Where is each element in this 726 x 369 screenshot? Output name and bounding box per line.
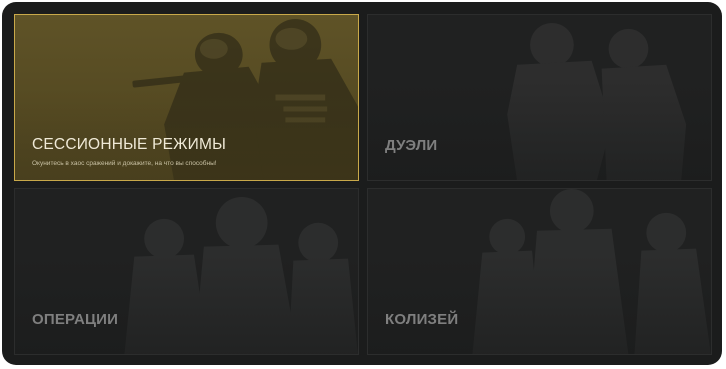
- soldiers-aiming-icon: [132, 18, 358, 180]
- mode-title: ОПЕРАЦИИ: [32, 311, 119, 328]
- squad-icon: [124, 196, 358, 354]
- mode-title: СЕССИОННЫЕ РЕЖИМЫ: [32, 136, 227, 153]
- mode-tile-operations[interactable]: ОПЕРАЦИИ: [14, 188, 359, 355]
- mode-title: КОЛИЗЕЙ: [385, 311, 459, 328]
- mode-tile-duels[interactable]: ДУЭЛИ: [367, 14, 712, 181]
- arena-fighters-icon: [472, 189, 711, 354]
- mode-tile-session[interactable]: СЕССИОННЫЕ РЕЖИМЫ Окунитесь в хаос сраже…: [14, 14, 359, 181]
- mode-description: Окунитесь в хаос сражений и докажите, на…: [32, 160, 217, 167]
- mode-title: ДУЭЛИ: [385, 137, 438, 154]
- mode-tile-colosseum[interactable]: КОЛИЗЕЙ: [367, 188, 712, 355]
- soldiers-duel-icon: [507, 22, 687, 180]
- game-mode-selector: СЕССИОННЫЕ РЕЖИМЫ Окунитесь в хаос сраже…: [2, 2, 722, 365]
